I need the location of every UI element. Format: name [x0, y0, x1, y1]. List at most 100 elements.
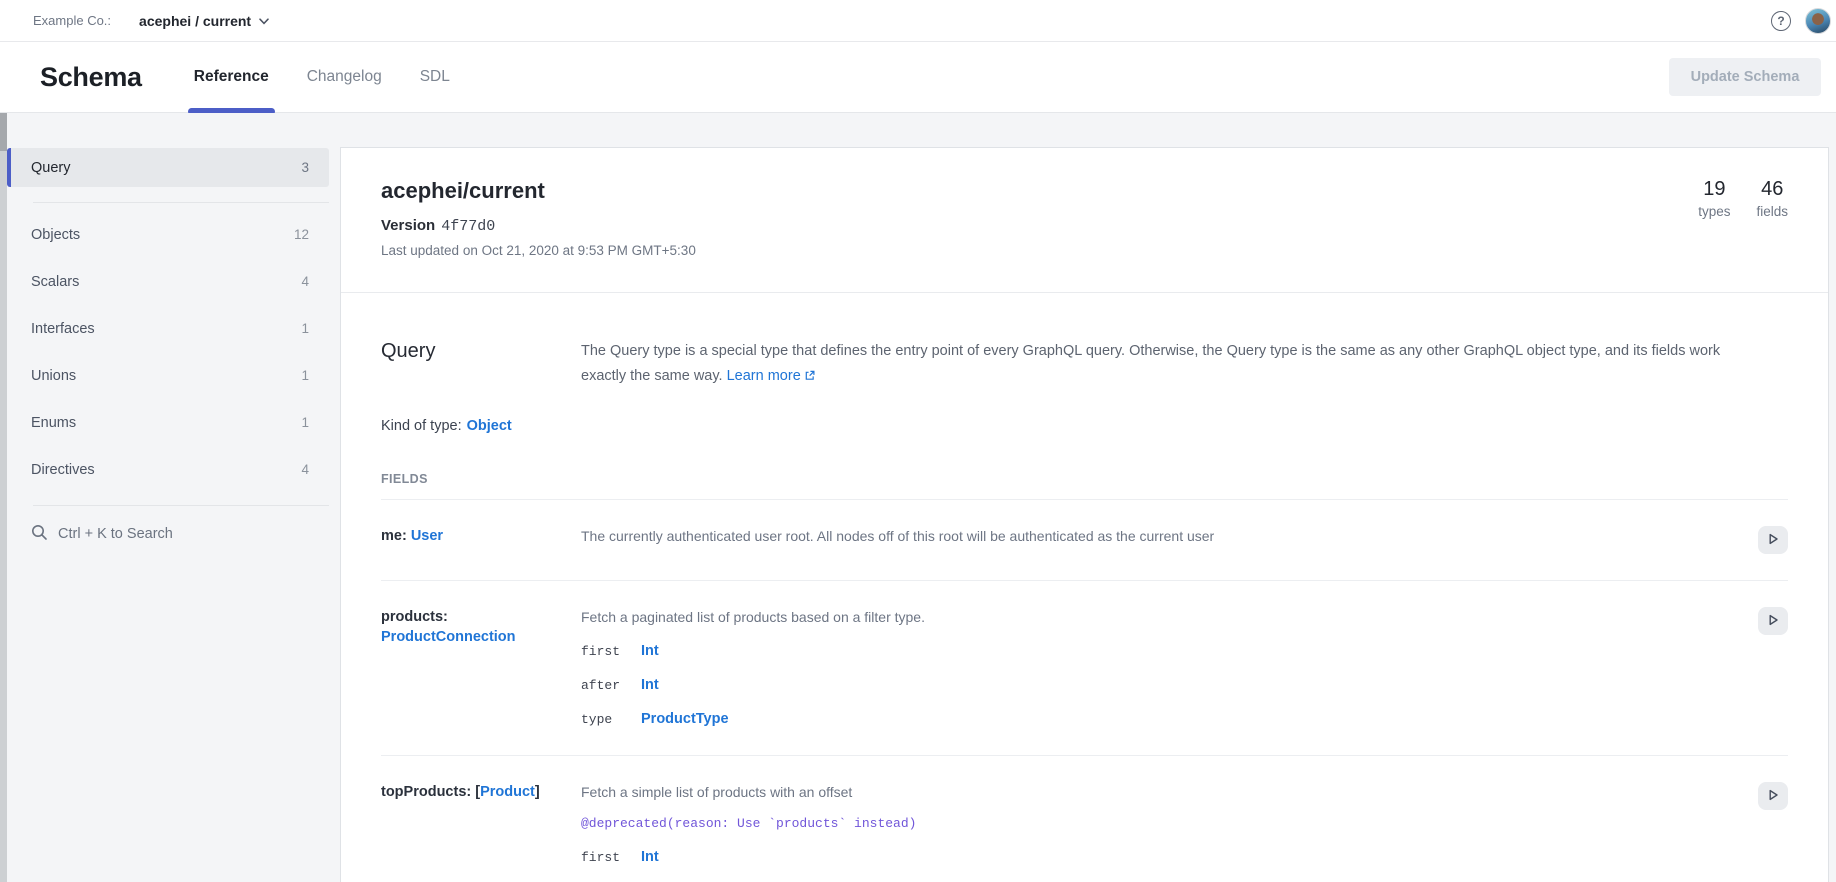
version-value: 4f77d0	[441, 218, 495, 235]
arg-name: first	[581, 850, 641, 865]
sidebar-divider	[33, 202, 329, 203]
run-in-explorer-button[interactable]	[1758, 607, 1788, 635]
run-in-explorer-button[interactable]	[1758, 526, 1788, 554]
scrollbar-thumb[interactable]	[0, 113, 7, 151]
type-name: Query	[381, 339, 581, 390]
field-type-link[interactable]: ProductConnection	[381, 629, 516, 645]
tabs: Reference Changelog SDL	[194, 42, 450, 112]
sidebar-item-label: Directives	[31, 462, 95, 478]
field-name: topProducts: [Product]	[381, 782, 581, 802]
help-button[interactable]: ?	[1771, 11, 1791, 31]
sidebar-item-count: 3	[301, 160, 309, 175]
sidebar-list: Objects 12 Scalars 4 Interfaces 1 Unions…	[7, 211, 329, 493]
update-schema-button[interactable]: Update Schema	[1669, 58, 1821, 96]
field-description: The currently authenticated user root. A…	[581, 526, 1698, 546]
sidebar-item-label: Scalars	[31, 274, 79, 290]
field-args: first Int	[581, 847, 1698, 867]
arg-name: first	[581, 644, 641, 659]
content-area: Query 3 Objects 12 Scalars 4 Interfaces …	[0, 113, 1836, 882]
field-details: The currently authenticated user root. A…	[581, 526, 1758, 546]
search-shortcut[interactable]: Ctrl + K to Search	[7, 514, 329, 554]
fields-list: me: User The currently authenticated use…	[381, 499, 1788, 882]
sidebar-item-count: 4	[301, 274, 309, 289]
sidebar-active-group: Query 3	[7, 148, 329, 187]
run-in-explorer-button[interactable]	[1758, 782, 1788, 810]
sidebar-item-count: 12	[294, 227, 309, 242]
tab-reference[interactable]: Reference	[194, 42, 269, 112]
stat-value: 19	[1698, 178, 1730, 201]
play-icon	[1766, 613, 1780, 630]
stat-value: 46	[1756, 178, 1788, 201]
arg-row: after Int	[581, 675, 1698, 695]
graph-selector[interactable]: acephei / current	[139, 12, 269, 30]
field-name: me: User	[381, 526, 581, 546]
sidebar-item-unions[interactable]: Unions 1	[7, 352, 329, 399]
arg-type-link[interactable]: Int	[641, 643, 659, 659]
search-icon	[31, 524, 48, 545]
tab-sdl[interactable]: SDL	[420, 42, 450, 112]
arg-row: type ProductType	[581, 709, 1698, 729]
sidebar-item-count: 1	[301, 368, 309, 383]
sidebar-item-label: Objects	[31, 227, 80, 243]
user-avatar[interactable]	[1805, 8, 1831, 34]
tab-changelog[interactable]: Changelog	[307, 42, 382, 112]
field-row: products: ProductConnection Fetch a pagi…	[381, 580, 1788, 755]
field-type-link[interactable]: Product	[480, 784, 535, 800]
tab-label: Reference	[194, 68, 269, 86]
page-header: Schema ReferenceChangelogSDL Update Sche…	[0, 42, 1836, 113]
arg-row: first Int	[581, 847, 1698, 867]
arg-type-link[interactable]: ProductType	[641, 711, 729, 727]
arg-name: type	[581, 712, 641, 727]
field-description: Fetch a simple list of products with an …	[581, 782, 1698, 802]
play-icon	[1766, 532, 1780, 549]
top-bar: Example Co.: acephei / current ?	[0, 0, 1836, 42]
search-hint-label: Ctrl + K to Search	[58, 526, 173, 542]
tab-label: SDL	[420, 68, 450, 86]
type-header: Query The Query type is a special type t…	[381, 339, 1788, 390]
kind-of-type-row: Kind of type: Object	[381, 418, 1788, 438]
kind-of-type-link[interactable]: Object	[467, 418, 512, 434]
arg-type-link[interactable]: Int	[641, 849, 659, 865]
sidebar-scrollbar[interactable]	[0, 113, 7, 882]
card-body: Query The Query type is a special type t…	[341, 339, 1828, 882]
arg-name: after	[581, 678, 641, 693]
field-type-link[interactable]: User	[411, 528, 443, 544]
field-details: Fetch a paginated list of products based…	[581, 607, 1758, 729]
field-row: topProducts: [Product] Fetch a simple li…	[381, 755, 1788, 882]
field-args: first Int after Int type ProductType	[581, 641, 1698, 729]
field-details: Fetch a simple list of products with an …	[581, 782, 1758, 867]
sidebar-item-label: Unions	[31, 368, 76, 384]
card-header: acephei/current Version4f77d0 Last updat…	[341, 148, 1828, 292]
version-row: Version4f77d0	[381, 217, 1788, 235]
sidebar-item-objects[interactable]: Objects 12	[7, 211, 329, 258]
arg-type-link[interactable]: Int	[641, 677, 659, 693]
sidebar-item-interfaces[interactable]: Interfaces 1	[7, 305, 329, 352]
stat-label: types	[1698, 204, 1730, 219]
last-updated: Last updated on Oct 21, 2020 at 9:53 PM …	[381, 243, 1788, 258]
sidebar-item-enums[interactable]: Enums 1	[7, 399, 329, 446]
sidebar-item-query[interactable]: Query 3	[7, 148, 329, 187]
schema-stats: 19 types 46 fields	[1698, 178, 1788, 219]
learn-more-link[interactable]: Learn more	[727, 368, 801, 384]
field-deprecated-directive: @deprecated(reason: Use `products` inste…	[581, 814, 1698, 833]
type-description: The Query type is a special type that de…	[581, 339, 1788, 390]
arg-row: first Int	[581, 641, 1698, 661]
kind-of-type-label: Kind of type:	[381, 418, 462, 434]
schema-card: acephei/current Version4f77d0 Last updat…	[340, 147, 1829, 882]
card-divider	[341, 292, 1828, 293]
stat-label: fields	[1756, 204, 1788, 219]
org-label: Example Co.:	[33, 13, 111, 28]
sidebar-item-label: Interfaces	[31, 321, 95, 337]
stat-types: 19 types	[1698, 178, 1730, 219]
sidebar-item-label: Enums	[31, 415, 76, 431]
stat-fields: 46 fields	[1756, 178, 1788, 219]
field-description: Fetch a paginated list of products based…	[581, 607, 1698, 627]
graph-title: acephei/current	[381, 178, 1788, 204]
sidebar-item-count: 1	[301, 321, 309, 336]
sidebar-item-count: 4	[301, 462, 309, 477]
sidebar: Query 3 Objects 12 Scalars 4 Interfaces …	[7, 113, 329, 882]
sidebar-divider	[33, 505, 329, 506]
sidebar-item-scalars[interactable]: Scalars 4	[7, 258, 329, 305]
sidebar-item-count: 1	[301, 415, 309, 430]
sidebar-item-directives[interactable]: Directives 4	[7, 446, 329, 493]
